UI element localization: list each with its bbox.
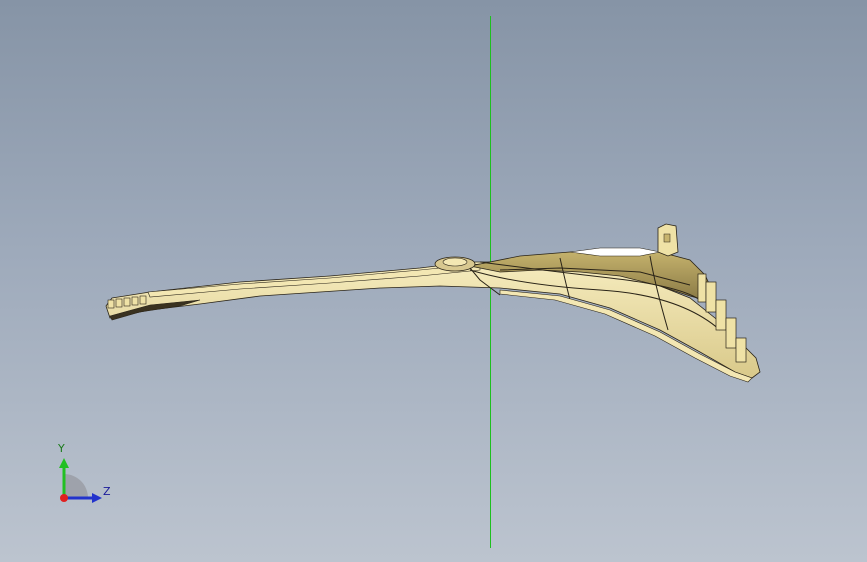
triad-z-arrow-icon bbox=[92, 493, 102, 503]
triad-y-label: Y bbox=[58, 442, 65, 455]
graphics-viewport[interactable]: Y Z bbox=[0, 0, 867, 562]
triad-quadrant-shade bbox=[64, 474, 88, 498]
view-orientation-triad[interactable]: Y Z bbox=[40, 440, 120, 510]
triad-graphic bbox=[59, 458, 102, 503]
triad-x-axis-dot bbox=[60, 494, 68, 502]
part-round-boss-top bbox=[442, 257, 468, 267]
cad-part-model[interactable] bbox=[0, 0, 867, 562]
triad-y-arrow-icon bbox=[59, 458, 69, 468]
triad-z-label: Z bbox=[103, 485, 111, 498]
part-right-clip-slot bbox=[663, 233, 671, 243]
